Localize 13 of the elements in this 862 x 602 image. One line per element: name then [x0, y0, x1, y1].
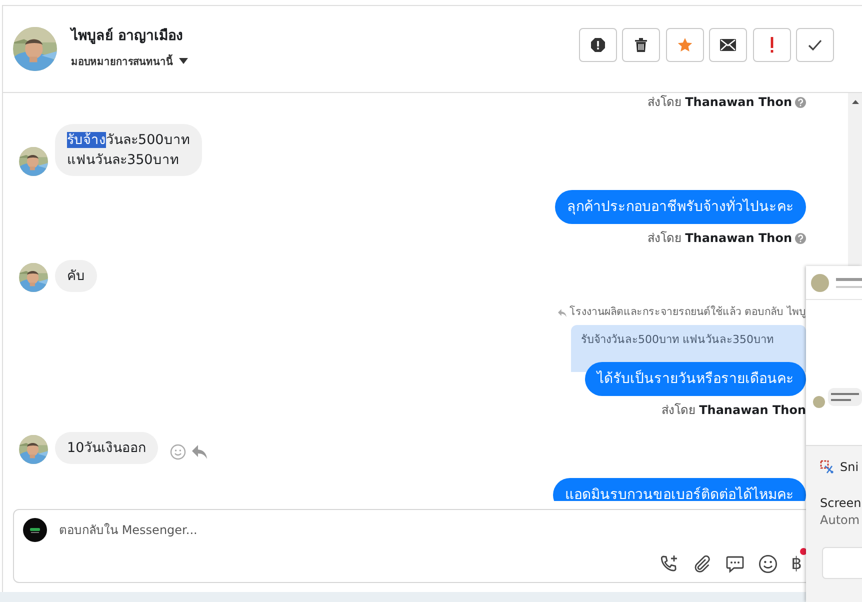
contact-name: ไพบูลย์ อาญาเมือง — [71, 26, 184, 46]
notification-text: Screen — [820, 496, 862, 510]
sender-note: ส่งโดย Thanawan Thon — [647, 231, 792, 245]
message-bubble: ลุกค้าประกอบอาชีพรับจ้างทั่วไปนะคะ — [555, 190, 806, 224]
sender-note: ส่งโดย Thanawan Thon — [647, 95, 792, 109]
reply-context: โรงงานผลิตและกระจายรถยนต์ใช้แล้ว ตอบกลับ ไพบู — [569, 306, 806, 319]
message-bubble: แอดมินรบกวนขอเบอร์ติดต่อได้ไหมคะ — [553, 478, 806, 501]
message-bubble: คับ — [55, 260, 97, 292]
message-bubble: รับจ้างวันละ500บาท แฟนวันละ350บาท — [55, 124, 202, 176]
sender-note: ส่งโดย Thanawan Thon — [661, 403, 806, 417]
message-bubble: 10วันเงินออก — [55, 432, 158, 464]
notification-title: Sni — [840, 460, 859, 474]
message-bubble: ได้รับเป็นรายวันหรือรายเดือนคะ — [585, 362, 806, 396]
